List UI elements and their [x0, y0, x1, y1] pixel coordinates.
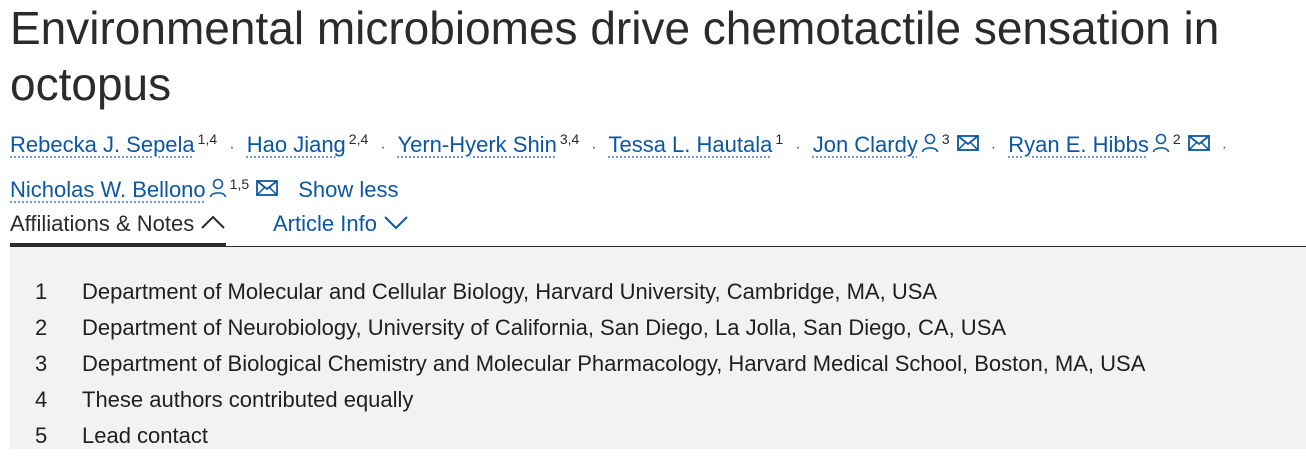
list-item: 3 Department of Biological Chemistry and… [10, 350, 1300, 386]
tab-affiliations[interactable]: Affiliations & Notes [10, 209, 227, 246]
show-less-button[interactable]: Show less [298, 177, 398, 202]
affiliation-ref: 3 [941, 131, 950, 147]
author-name[interactable]: Jon Clardy [813, 132, 918, 157]
info-tabs: Affiliations & Notes Article Info [10, 210, 1306, 247]
author: Jon Clardy 3 [813, 131, 985, 157]
person-icon [1152, 133, 1170, 153]
affiliation-number: 3 [35, 351, 48, 376]
affiliation-ref: 2 [1172, 131, 1181, 147]
author-separator: · [990, 139, 997, 156]
person-icon [209, 178, 227, 198]
chevron-up-icon [200, 209, 226, 237]
author-separator: · [591, 139, 597, 156]
affiliation-ref: 3,4 [559, 131, 580, 147]
author-name[interactable]: Ryan E. Hibbs [1008, 132, 1149, 157]
list-item: 2 Department of Neurobiology, University… [10, 314, 1300, 350]
author: Ryan E. Hibbs 2 [1008, 131, 1216, 157]
affiliation-text: Department of Molecular and Cellular Bio… [82, 279, 938, 304]
author-name[interactable]: Tessa L. Hautala [608, 132, 772, 157]
person-icon [921, 133, 939, 153]
author: Tessa L. Hautala 1 [608, 131, 789, 157]
affiliation-ref: 1 [775, 131, 784, 147]
affiliation-ref: 1,5 [229, 176, 250, 192]
affiliation-list: 1 Department of Molecular and Cellular B… [10, 278, 1300, 458]
affiliation-text: Lead contact [82, 423, 208, 448]
author-name[interactable]: Yern-Hyerk Shin [397, 132, 556, 157]
author-name[interactable]: Rebecka J. Sepela [10, 132, 195, 157]
list-item: 5 Lead contact [10, 422, 1300, 458]
mail-icon[interactable] [956, 134, 979, 152]
author-name[interactable]: Nicholas W. Bellono [10, 177, 206, 202]
author-list: Rebecka J. Sepela 1,4 · Hao Jiang 2,4 · Ye… [10, 121, 1306, 208]
affiliation-number: 5 [35, 423, 48, 448]
list-item: 4 These authors contributed equally [10, 386, 1300, 422]
author-name[interactable]: Hao Jiang [247, 132, 346, 157]
affiliation-ref: 1,4 [197, 131, 218, 147]
affiliation-text: Department of Biological Chemistry and M… [82, 351, 1146, 376]
mail-icon[interactable] [1187, 134, 1210, 152]
affiliation-ref: 2,4 [348, 131, 369, 147]
mail-icon[interactable] [256, 179, 279, 197]
tab-article-info[interactable]: Article Info [273, 210, 409, 244]
affiliation-text: Department of Neurobiology, University o… [82, 315, 1007, 340]
author-separator: · [229, 139, 235, 156]
list-item: 1 Department of Molecular and Cellular B… [10, 278, 1300, 314]
author-separator: · [795, 139, 801, 156]
author: Yern-Hyerk Shin 3,4 [397, 131, 585, 157]
tab-article-info-label: Article Info [273, 211, 377, 236]
tab-affiliations-label: Affiliations & Notes [10, 211, 195, 236]
affiliations-panel: 1 Department of Molecular and Cellular B… [10, 247, 1306, 449]
affiliation-number: 2 [35, 315, 48, 340]
author: Nicholas W. Bellono 1,5 [10, 176, 284, 202]
article-title: Environmental microbiomes drive chemotac… [10, 2, 1220, 110]
affiliation-number: 1 [35, 279, 48, 304]
author: Hao Jiang 2,4 [247, 131, 375, 157]
chevron-down-icon [383, 209, 409, 237]
affiliation-number: 4 [35, 387, 48, 412]
author: Rebecka J. Sepela 1,4 [10, 131, 223, 157]
author-separator: · [380, 139, 386, 156]
affiliation-text: These authors contributed equally [82, 387, 414, 412]
author-separator: · [1221, 139, 1228, 156]
